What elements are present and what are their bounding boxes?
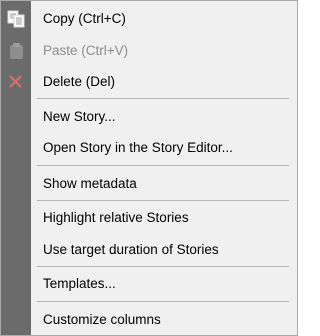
menu-item-delete[interactable]: Delete (Del) — [1, 68, 297, 96]
menu-item-label: Use target duration of Stories — [43, 242, 219, 257]
copy-icon — [6, 10, 26, 28]
menu-item-label: Show metadata — [43, 176, 137, 191]
menu-item-label: Copy (Ctrl+C) — [43, 11, 126, 26]
menu-item-templates[interactable]: Templates... — [1, 270, 297, 298]
context-menu: Copy (Ctrl+C) Paste (Ctrl+V) Delete (Del… — [0, 0, 298, 336]
menu-item-label: Open Story in the Story Editor... — [43, 140, 233, 155]
menu-item-label: Paste (Ctrl+V) — [43, 43, 129, 58]
menu-item-label: Delete (Del) — [43, 74, 116, 89]
menu-separator — [37, 200, 289, 201]
menu-separator — [37, 266, 289, 267]
delete-icon — [6, 73, 26, 91]
menu-item-label: New Story... — [43, 109, 116, 124]
menu-item-highlight-relative[interactable]: Highlight relative Stories — [1, 204, 297, 232]
menu-item-label: Customize columns — [43, 312, 161, 327]
menu-item-paste[interactable]: Paste (Ctrl+V) — [1, 37, 297, 65]
menu-item-target-duration[interactable]: Use target duration of Stories — [1, 236, 297, 264]
menu-separator — [37, 165, 289, 166]
menu-item-copy[interactable]: Copy (Ctrl+C) — [1, 5, 297, 33]
menu-item-label: Templates... — [43, 276, 116, 291]
paste-icon — [6, 42, 26, 60]
menu-item-label: Highlight relative Stories — [43, 210, 189, 225]
menu-item-new-story[interactable]: New Story... — [1, 103, 297, 131]
menu-item-customize-columns[interactable]: Customize columns — [1, 306, 297, 334]
menu-separator — [37, 301, 289, 302]
menu-item-open-story[interactable]: Open Story in the Story Editor... — [1, 134, 297, 162]
menu-separator — [37, 98, 289, 99]
menu-item-show-metadata[interactable]: Show metadata — [1, 170, 297, 198]
